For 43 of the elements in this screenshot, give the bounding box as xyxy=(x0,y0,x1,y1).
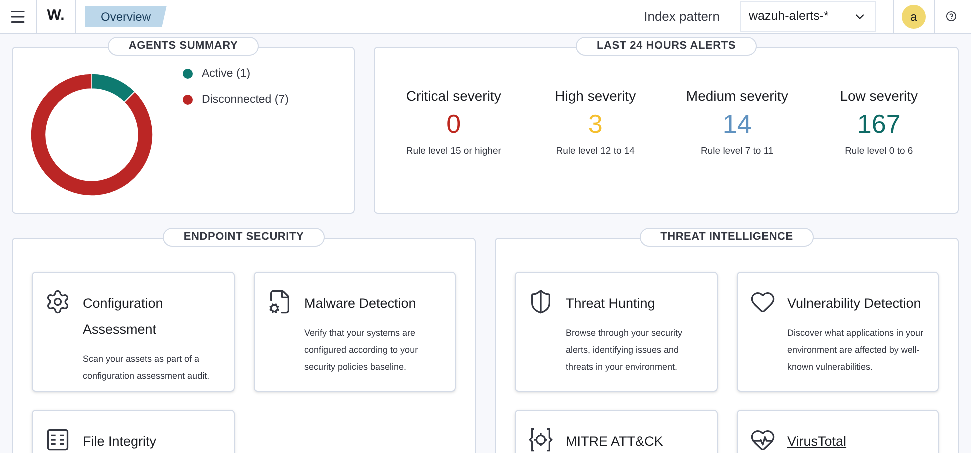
legend-label: Active (1) xyxy=(202,66,251,82)
help-icon[interactable] xyxy=(946,11,957,22)
user-avatar[interactable]: a xyxy=(902,4,926,28)
card-title: Configuration Assessment xyxy=(83,295,164,339)
card-title: MITRE ATT&CK xyxy=(566,433,664,451)
index-pattern-label: Index pattern xyxy=(644,8,720,26)
rule-level-note: Rule level 7 to 11 xyxy=(701,145,774,159)
severity-label: High severity xyxy=(555,87,636,106)
card-title: Threat Hunting xyxy=(566,295,656,313)
panel-title: AGENTS SUMMARY xyxy=(108,37,260,56)
legend-label: Disconnected (7) xyxy=(202,92,289,108)
feature-card[interactable]: VirusTotal xyxy=(736,410,939,453)
feature-card[interactable]: Configuration Assessment Scan your assets as part of a configuration assessment audit. xyxy=(32,272,234,392)
target-icon xyxy=(528,427,554,453)
feature-card[interactable]: Malware Detection Verify that your systems are configured according to your security policies baseline. xyxy=(254,272,456,392)
feature-card[interactable]: Threat Hunting Browse through your security alerts, identifying issues and threats in your environment. xyxy=(515,272,718,392)
logo[interactable]: W. xyxy=(36,0,76,33)
card-title[interactable]: VirusTotal xyxy=(788,429,847,453)
card-description: Browse through your security alerts, identifying issues and threats in your environment. xyxy=(566,327,684,374)
feature-card[interactable]: File Integrity xyxy=(32,410,234,453)
card-title: Malware Detection xyxy=(304,295,418,313)
card-title: File Integrity xyxy=(83,433,157,451)
feature-card[interactable]: Vulnerability Detection Discover what applications in your environment are affected by well-known vulnerabilities. xyxy=(736,272,939,392)
panel-title: THREAT INTELLIGENCE xyxy=(640,228,814,247)
rule-level-note: Rule level 0 to 6 xyxy=(845,145,914,159)
card-description: Verify that your systems are configured according to your security policies baseline. xyxy=(304,327,420,374)
card-description: Scan your assets as part of a configuration assessment audit. xyxy=(83,353,211,383)
severity-label: Medium severity xyxy=(686,87,788,106)
alert-count[interactable]: 167 xyxy=(857,107,901,141)
panel-title: LAST 24 HOURS ALERTS xyxy=(576,37,757,56)
rule-level-note: Rule level 12 to 14 xyxy=(556,145,635,159)
card-title: Vulnerability Detection xyxy=(788,295,922,313)
alert-count[interactable]: 0 xyxy=(446,107,462,141)
index-pattern-select[interactable]: wazuh-alerts-* xyxy=(740,1,876,32)
feature-card[interactable]: MITRE ATT&CK xyxy=(515,410,718,453)
breadcrumb[interactable]: Overview xyxy=(85,6,168,28)
severity-label: Critical severity xyxy=(406,87,502,106)
panel-title: ENDPOINT SECURITY xyxy=(162,228,326,247)
card-description: Discover what applications in your environment are affected by well-known vulnerabilities. xyxy=(788,327,925,374)
severity-label: Low severity xyxy=(840,87,918,106)
list-icon xyxy=(45,427,71,453)
rule-level-note: Rule level 15 or higher xyxy=(406,145,502,159)
gear-icon xyxy=(45,289,71,315)
